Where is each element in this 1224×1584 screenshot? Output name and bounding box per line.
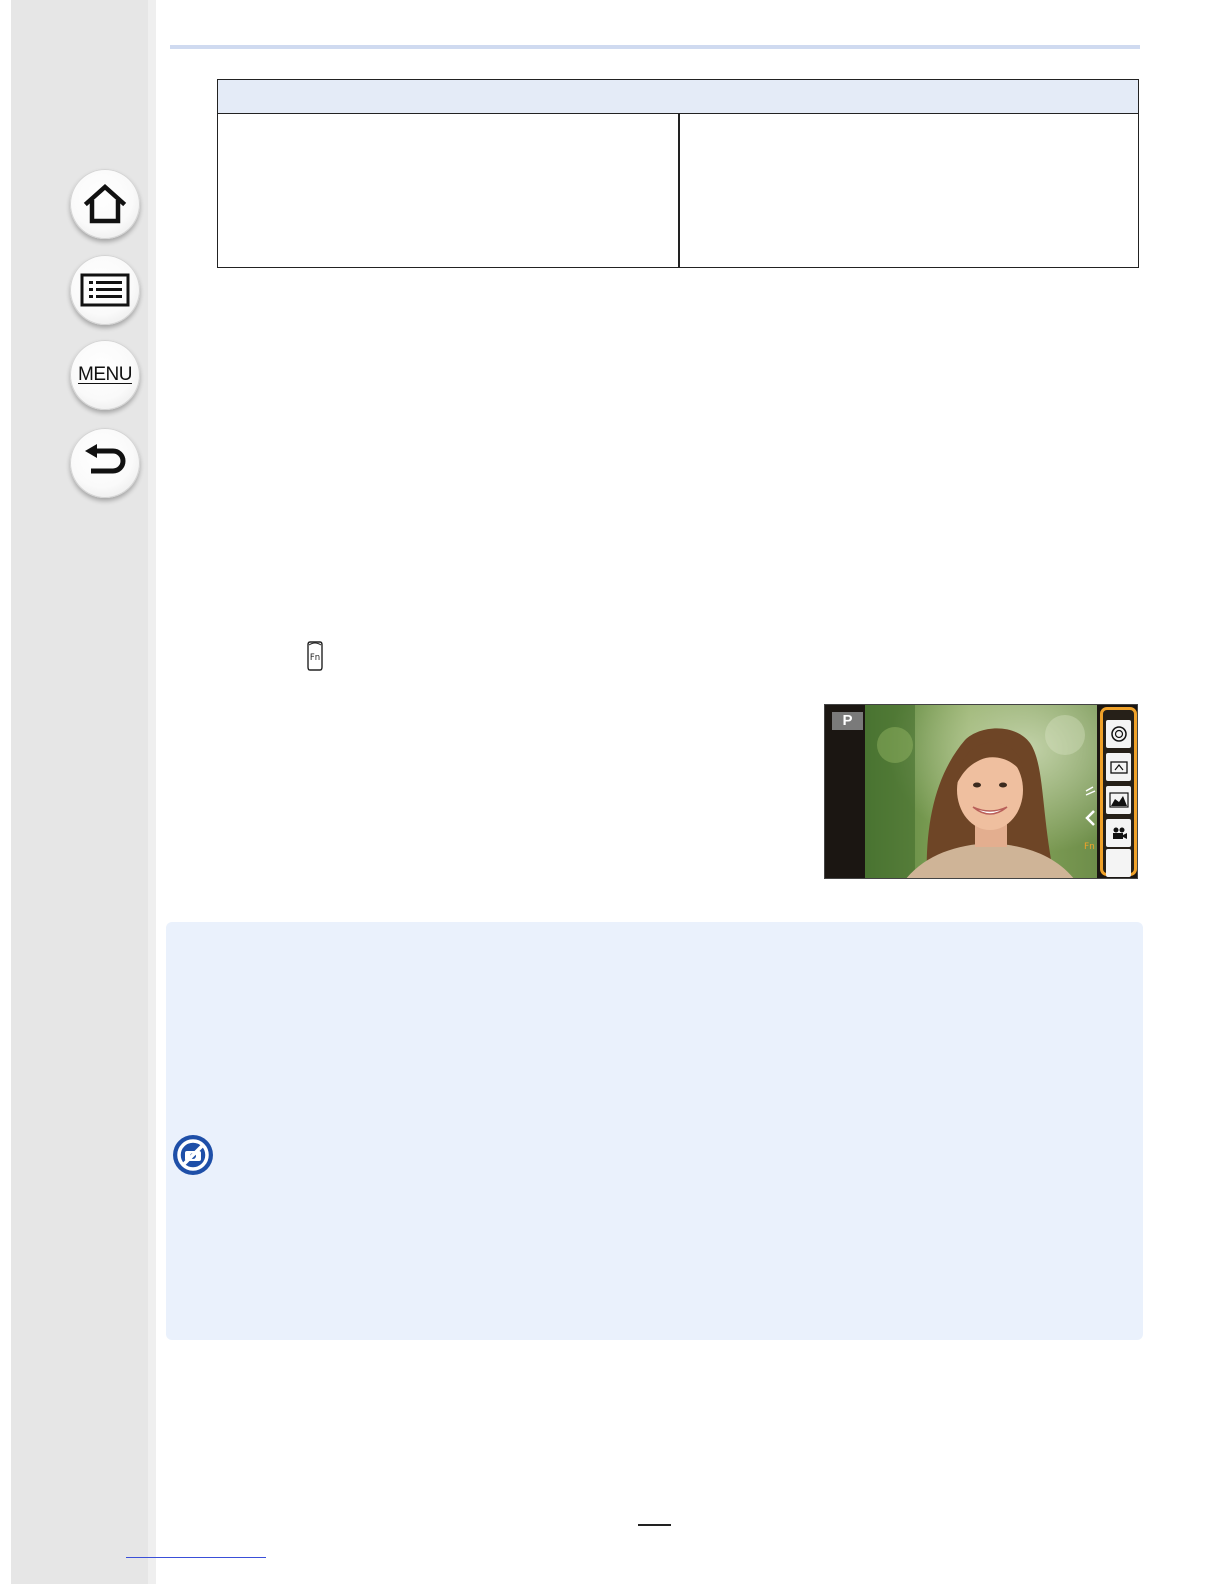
recording-mode-badge: P xyxy=(832,712,863,730)
blank-slot xyxy=(1106,849,1131,877)
settings-table xyxy=(217,79,1139,268)
table-header-row xyxy=(218,80,1138,114)
svg-text:Fn: Fn xyxy=(1084,842,1095,852)
side-navigation-strip xyxy=(11,0,156,1584)
histogram-icon xyxy=(1106,786,1131,814)
menu-button[interactable]: MENU xyxy=(70,340,140,410)
back-button[interactable] xyxy=(70,428,140,498)
table-column-divider xyxy=(678,114,680,267)
function-button-panel xyxy=(1100,707,1137,877)
page-number-rule xyxy=(638,1524,671,1526)
footer-link-underline[interactable] xyxy=(126,1557,266,1558)
fn-button-icon: Fn xyxy=(306,640,324,677)
home-button[interactable] xyxy=(70,169,140,239)
home-icon xyxy=(81,182,129,226)
back-arrow-icon xyxy=(81,443,129,483)
camera-side-indicators: Fn xyxy=(1083,781,1099,871)
portrait-photo xyxy=(865,705,1097,878)
not-available-icon xyxy=(172,1134,214,1181)
contents-list-button[interactable] xyxy=(70,255,140,325)
movie-icon xyxy=(1106,819,1131,847)
menu-icon: MENU xyxy=(78,364,132,385)
aperture-icon xyxy=(1106,720,1131,748)
header-rule xyxy=(170,45,1140,49)
camera-screen-illustration: P Fn xyxy=(824,704,1138,879)
contents-list-icon xyxy=(80,273,130,307)
wifi-image-icon xyxy=(1106,753,1131,781)
svg-text:Fn: Fn xyxy=(310,653,320,663)
notes-box xyxy=(166,922,1143,1340)
